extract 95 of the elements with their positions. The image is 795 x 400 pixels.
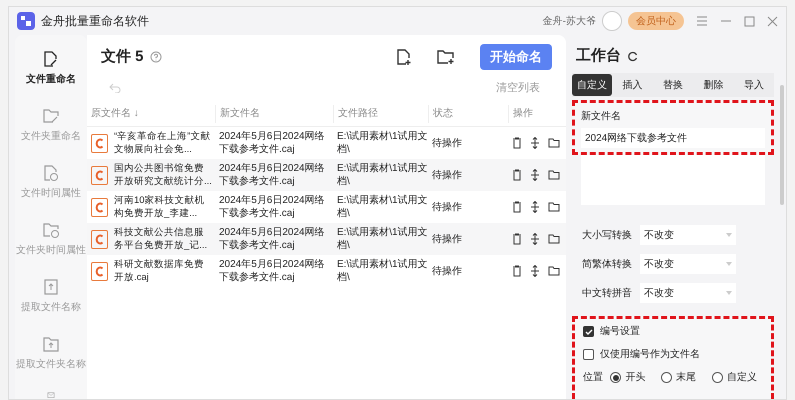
caret-icon bbox=[726, 233, 732, 237]
caj-file-icon bbox=[91, 134, 108, 152]
close-icon[interactable] bbox=[767, 16, 778, 26]
tab[interactable]: 插入 bbox=[612, 74, 653, 96]
table-cell: E:\试用素材\1试用文档\ bbox=[337, 131, 428, 155]
folder-edit-icon bbox=[42, 107, 60, 125]
caret-icon bbox=[726, 291, 732, 295]
table-cell: 2024年5月6日2024网络下载参考文件.caj bbox=[219, 131, 325, 155]
checkbox[interactable] bbox=[583, 326, 594, 337]
scrollbar[interactable] bbox=[780, 85, 784, 205]
dropdown[interactable]: 不改变 bbox=[640, 283, 736, 303]
file-clock-icon bbox=[42, 164, 60, 182]
move-icon[interactable] bbox=[530, 201, 540, 213]
help-icon[interactable] bbox=[150, 51, 162, 63]
start-rename-button[interactable]: 开始命名 bbox=[480, 44, 552, 70]
trash-icon[interactable] bbox=[512, 137, 522, 149]
tab[interactable]: 导入 bbox=[734, 74, 774, 96]
table-cell: 待操作 bbox=[432, 138, 462, 148]
app-logo-icon bbox=[17, 12, 35, 30]
option-label: 中文转拼音 bbox=[582, 286, 633, 300]
avatar-icon bbox=[602, 11, 622, 31]
trash-icon[interactable] bbox=[512, 169, 522, 181]
folder-icon[interactable] bbox=[548, 170, 560, 180]
option-label: 大小写转换 bbox=[582, 228, 633, 242]
column-header[interactable]: 文件路径 bbox=[333, 104, 428, 122]
radio-label: 开头 bbox=[625, 370, 646, 385]
option-label: 简繁体转换 bbox=[582, 258, 633, 272]
radio-button[interactable] bbox=[610, 372, 622, 383]
table-cell: E:\试用素材\1试用文档\ bbox=[337, 259, 428, 283]
column-header[interactable]: 操作 bbox=[508, 104, 566, 122]
table-cell: 2024年5月6日2024网络下载参考文件.caj bbox=[219, 227, 325, 251]
panel-title: 文件 5 bbox=[101, 46, 144, 67]
tab[interactable]: 删除 bbox=[693, 74, 734, 96]
table-cell: 待操作 bbox=[432, 266, 462, 276]
refresh-icon[interactable] bbox=[627, 50, 638, 62]
table-cell: 待操作 bbox=[432, 202, 462, 212]
table-cell-text: 科研文献数据库免费开放.caj bbox=[114, 258, 205, 284]
dropdown[interactable]: 不改变 bbox=[640, 254, 736, 274]
column-header[interactable]: 原文件名 ↓ bbox=[87, 104, 215, 122]
window-title: 金舟批量重命名软件 bbox=[41, 13, 149, 30]
caj-file-icon bbox=[91, 230, 108, 248]
caj-file-icon bbox=[91, 198, 108, 216]
field-label: 新文件名 bbox=[581, 110, 622, 124]
user-name: 金舟-苏大爷 bbox=[542, 14, 596, 28]
add-file-icon[interactable] bbox=[396, 48, 412, 66]
move-icon[interactable] bbox=[530, 137, 540, 149]
sidebar-item[interactable]: 文件重命名 bbox=[16, 49, 86, 88]
table-cell: 国内公共图书馆免费开放研究文献统计分... bbox=[114, 162, 213, 188]
radio-button[interactable] bbox=[712, 372, 724, 383]
folder-icon[interactable] bbox=[548, 138, 560, 148]
caj-file-icon bbox=[91, 262, 108, 280]
trash-icon[interactable] bbox=[512, 265, 522, 277]
caret-icon bbox=[726, 262, 732, 266]
move-icon[interactable] bbox=[530, 169, 540, 181]
folder-icon[interactable] bbox=[548, 202, 560, 212]
new-name-field[interactable]: 2024网络下载参考文件 bbox=[581, 128, 765, 148]
checkbox[interactable] bbox=[583, 349, 594, 360]
trash-icon[interactable] bbox=[512, 233, 522, 245]
table-cell: 2024年5月6日2024网络下载参考文件.caj bbox=[219, 195, 325, 219]
table-cell: E:\试用素材\1试用文档\ bbox=[337, 195, 428, 219]
maximize-icon[interactable] bbox=[744, 16, 755, 26]
checkbox-label: 编号设置 bbox=[600, 324, 640, 339]
dropdown[interactable]: 不改变 bbox=[640, 225, 736, 245]
radio-label: 末尾 bbox=[676, 370, 696, 385]
table-cell: 待操作 bbox=[432, 234, 462, 244]
table-cell-text: “辛亥革命在上海”文献文物展向社会免... bbox=[114, 130, 212, 156]
table-cell: 待操作 bbox=[432, 170, 462, 180]
table-cell: 2024年5月6日2024网络下载参考文件.caj bbox=[219, 163, 325, 187]
move-icon[interactable] bbox=[530, 233, 540, 245]
table-cell-text: 科技文献公共信息服务平台免费开放_记... bbox=[114, 226, 208, 252]
option-label: 位置 bbox=[583, 370, 604, 385]
table-cell: E:\试用素材\1试用文档\ bbox=[337, 227, 428, 251]
panel-title: 工作台 bbox=[576, 46, 621, 66]
folder-icon[interactable] bbox=[548, 266, 560, 276]
menu-icon[interactable] bbox=[696, 16, 708, 26]
table-cell-text: 河南10家科技文献机构免费开放_李建... bbox=[114, 194, 206, 220]
column-header[interactable]: 状态 bbox=[428, 104, 508, 122]
table-cell: 2024年5月6日2024网络下载参考文件.caj bbox=[219, 259, 325, 283]
checkbox-label: 仅使用编号作为文件名 bbox=[600, 348, 700, 362]
trash-icon[interactable] bbox=[512, 201, 522, 213]
tab[interactable]: 替换 bbox=[652, 74, 694, 96]
column-header[interactable]: 新文件名 bbox=[215, 104, 333, 122]
add-folder-icon[interactable] bbox=[436, 49, 456, 65]
folder-upload-icon bbox=[42, 335, 60, 353]
folder-clock-icon bbox=[42, 221, 60, 239]
caj-file-icon bbox=[91, 166, 108, 184]
minimize-icon[interactable] bbox=[720, 20, 732, 22]
table-cell: E:\试用素材\1试用文档\ bbox=[337, 163, 428, 187]
radio-button[interactable] bbox=[661, 372, 672, 383]
file-upload-icon bbox=[42, 278, 60, 296]
textarea-field[interactable] bbox=[581, 155, 765, 205]
radio-label: 自定义 bbox=[727, 370, 758, 385]
folder-icon[interactable] bbox=[548, 234, 560, 244]
tab[interactable]: 自定义 bbox=[572, 74, 612, 96]
move-icon[interactable] bbox=[530, 265, 540, 277]
